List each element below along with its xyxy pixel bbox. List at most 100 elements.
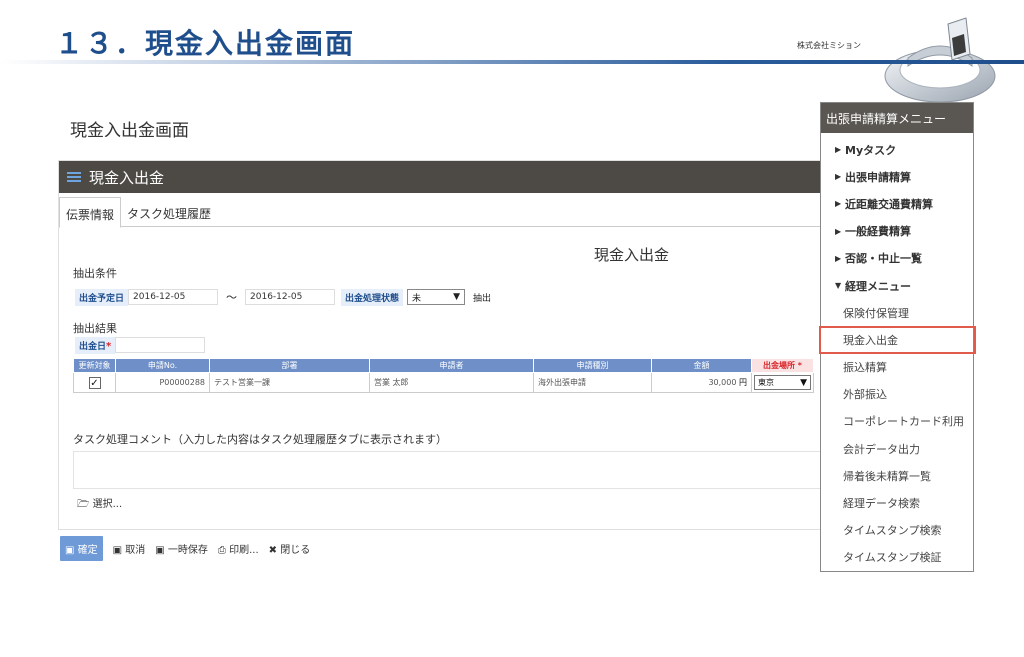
menu-item[interactable]: ▶ 一般経費精算 [821, 218, 973, 245]
filter-row: 出金予定日 2016-12-05 ～ 2016-12-05 出金処理状態 未 ▼… [75, 288, 491, 306]
col-amount: 金額 [651, 358, 752, 373]
attach-button[interactable]: 🗁 選択... [77, 495, 122, 514]
menu-list: ▶ Myタスク ▶ 出張申請精算 ▶ 近距離交通費精算 ▶ 一般経費精算 ▶ 否認・中止一覧 ▼ 経理… [819, 133, 976, 571]
range-separator: ～ [226, 291, 238, 304]
col-update-target: 更新対象 [73, 358, 116, 373]
menu-item-label: タイムスタンプ検証 [843, 551, 942, 565]
menu-item[interactable]: ▶ 近距離交通費精算 [821, 190, 973, 217]
payout-place-select[interactable]: 東京 ▼ [754, 375, 811, 390]
caret-right-icon: ▶ [835, 145, 842, 155]
extract-link[interactable]: 抽出 [473, 291, 491, 304]
menu-item-label: タイムスタンプ検索 [843, 524, 942, 538]
menu-item-label: 現金入出金 [843, 333, 898, 347]
status-select[interactable]: 未 ▼ [407, 289, 466, 305]
menu-item-label: 経理データ検索 [843, 497, 920, 511]
caret-right-icon: ▶ [835, 199, 842, 209]
menu-item[interactable]: 帰着後未精算一覧 [821, 462, 973, 489]
col-payout-place: 出金場所 * [751, 358, 814, 373]
tab-task-history[interactable]: タスク処理履歴 [121, 197, 217, 227]
date-to-input[interactable]: 2016-12-05 [245, 289, 336, 305]
required-mark: * [106, 340, 112, 352]
cancel-button[interactable]: ▣ 取消 [113, 541, 146, 556]
panel-header: 現金入出金 [59, 161, 821, 193]
print-button[interactable]: ⎙ 印刷... [218, 541, 259, 556]
menu-item[interactable]: 現金入出金 [819, 326, 976, 354]
tab-slip-info[interactable]: 伝票情報 [59, 197, 122, 228]
menu-item[interactable]: タイムスタンプ検証 [821, 544, 973, 571]
menu-item[interactable]: 外部振込 [821, 381, 973, 408]
out-date-label: 出金日* [75, 336, 116, 354]
menu-item-label: 帰着後未精算一覧 [843, 469, 931, 483]
cell-amount: 30,000 円 [651, 372, 752, 393]
save-icon: ▣ [155, 545, 165, 556]
menu-item[interactable]: ▶ 出張申請精算 [821, 163, 973, 190]
status-value: 未 [412, 293, 422, 304]
menu-item-label: 会計データ出力 [843, 442, 920, 456]
company-name: 株式会社ミション [797, 41, 861, 50]
col-application-no: 申請No. [115, 358, 210, 373]
close-icon: ✖ [268, 545, 278, 556]
menu-item[interactable]: コーポレートカード利用 [821, 408, 973, 435]
chevron-down-icon: ▼ [800, 377, 807, 388]
cell-application-type: 海外出張申請 [533, 372, 652, 393]
menu-item[interactable]: 経理データ検索 [821, 489, 973, 516]
close-button[interactable]: ✖ 閉じる [269, 541, 311, 556]
col-application-type: 申請種別 [533, 358, 652, 373]
date-from-input[interactable]: 2016-12-05 [128, 289, 219, 305]
cell-application-no: P00000288 [115, 372, 210, 393]
comment-label: タスク処理コメント（入力した内容はタスク処理履歴タブに表示されます） [73, 433, 447, 446]
extraction-label: 抽出条件 [73, 267, 117, 280]
save-icon: ▣ [65, 545, 75, 556]
folder-icon: 🗁 [77, 499, 90, 510]
temp-save-button[interactable]: ▣ 一時保存 [155, 541, 208, 556]
payout-place-value: 東京 [758, 378, 774, 387]
menu-item-label: 保険付保管理 [843, 306, 909, 320]
menu-item-label: 一般経費精算 [845, 225, 911, 239]
cancel-icon: ▣ [112, 545, 123, 556]
menu-item-label: 経理メニュー [845, 279, 911, 293]
row-checkbox[interactable]: ✓ [88, 376, 101, 389]
cell-department: テスト営業一課 [209, 372, 370, 393]
cash-panel: 現金入出金 伝票情報 タスク処理履歴 現金入出金 抽出条件 出金予定日 2016… [58, 160, 822, 530]
panel-title: 現金入出金 [89, 168, 165, 187]
menu-item[interactable]: ▶ 否認・中止一覧 [821, 245, 973, 272]
menu-title: 出張申請精算メニュー [821, 103, 973, 133]
out-date-row: 出金日* [75, 336, 206, 354]
currency-unit: 円 [739, 378, 747, 387]
menu-item-label: 出張申請精算 [845, 170, 911, 184]
menu-item-label: 振込精算 [843, 361, 887, 375]
menu-item[interactable]: ▼ 経理メニュー [821, 272, 973, 299]
header-divider [0, 60, 1024, 64]
slide-title: １３．現金入出金画面 [55, 27, 356, 60]
table-row: ✓ P00000288 テスト営業一課 営業 太郎 海外出張申請 30,000 … [73, 372, 814, 393]
page-heading: 現金入出金画面 [70, 121, 189, 141]
menu-item-label: コーポレートカード利用 [843, 415, 964, 429]
caret-right-icon: ▶ [835, 253, 842, 263]
menu-item[interactable]: ▶ Myタスク [821, 136, 973, 163]
menu-item[interactable]: タイムスタンプ検索 [821, 517, 973, 544]
chevron-down-icon: ▼ [453, 292, 461, 302]
caret-down-icon: ▼ [835, 281, 842, 291]
caret-right-icon: ▶ [835, 172, 842, 182]
confirm-button[interactable]: ▣ 確定 [60, 536, 103, 561]
col-department: 部署 [209, 358, 370, 373]
results-table: 更新対象 申請No. 部署 申請者 申請種別 金額 出金場所 * ✓ P0000… [73, 358, 814, 393]
cell-applicant: 営業 太郎 [369, 372, 534, 393]
list-icon [67, 171, 81, 183]
menu-item-label: Myタスク [845, 143, 897, 157]
action-bar: ▣ 確定 ▣ 取消 ▣ 一時保存 ⎙ 印刷... ✖ 閉じる [60, 536, 310, 561]
menu-item[interactable]: 保険付保管理 [821, 299, 973, 326]
menu-item-label: 外部振込 [843, 388, 887, 402]
col-applicant: 申請者 [369, 358, 534, 373]
menu-item[interactable]: 会計データ出力 [821, 435, 973, 462]
result-label: 抽出結果 [73, 322, 117, 335]
tab-bar: 伝票情報 タスク処理履歴 [59, 197, 821, 228]
status-label: 出金処理状態 [341, 288, 404, 306]
comment-input[interactable] [73, 451, 821, 489]
menu-item-label: 近距離交通費精算 [845, 197, 933, 211]
form-title: 現金入出金 [594, 246, 670, 264]
print-icon: ⎙ [217, 545, 226, 556]
out-date-input[interactable] [115, 337, 206, 353]
menu-item[interactable]: 振込精算 [821, 354, 973, 381]
caret-right-icon: ▶ [835, 226, 842, 236]
